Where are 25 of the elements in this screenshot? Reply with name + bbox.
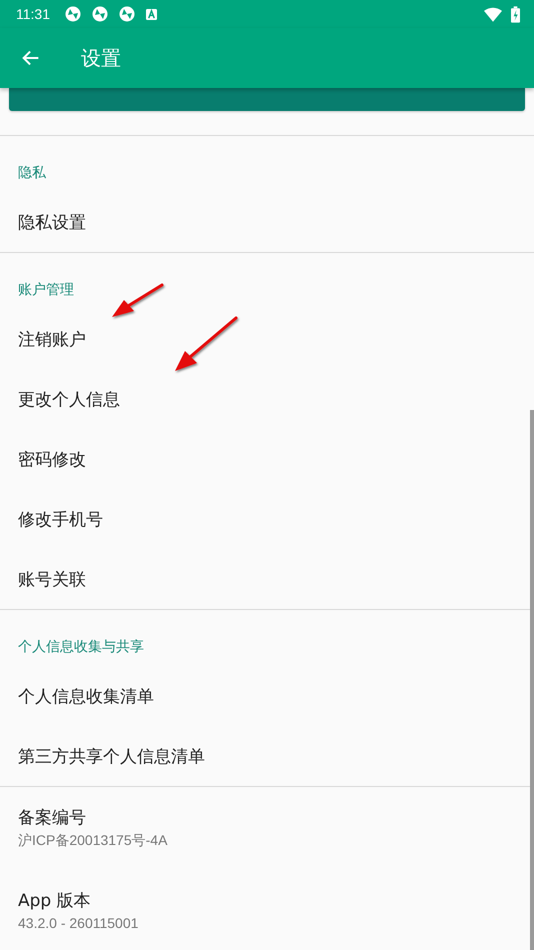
annotation-arrow [112,284,164,317]
notification-icon [92,6,108,22]
section-header: 个人信息收集与共享 [18,638,144,657]
wifi-icon [484,6,502,22]
section-header: 账户管理 [18,281,74,300]
notification-icon [119,6,135,22]
setting-summary: 43.2.0 - 260115001 [18,915,138,931]
notification-icon [65,6,81,22]
setting-item[interactable]: 密码修改 [18,448,86,470]
status-time: 11:31 [16,6,50,22]
setting-item[interactable]: 修改手机号 [18,508,103,530]
section-header: 隐私 [18,164,46,183]
setting-item[interactable]: App 版本 [18,889,91,912]
setting-summary: 沪ICP备20013175号-4A [18,832,168,850]
setting-item[interactable]: 第三方共享个人信息清单 [18,744,205,768]
setting-item[interactable]: 隐私设置 [18,210,86,234]
setting-item[interactable]: 注销账户 [18,328,86,350]
annotation-arrow [175,316,238,371]
setting-item[interactable]: 个人信息收集清单 [18,684,154,708]
setting-item[interactable]: 备案编号 [18,806,86,829]
keyboard-icon [146,8,157,20]
setting-item[interactable]: 账号关联 [18,568,86,590]
screen-title: 设置 [81,44,121,72]
setting-item[interactable]: 更改个人信息 [18,388,120,410]
battery-icon [511,6,520,22]
